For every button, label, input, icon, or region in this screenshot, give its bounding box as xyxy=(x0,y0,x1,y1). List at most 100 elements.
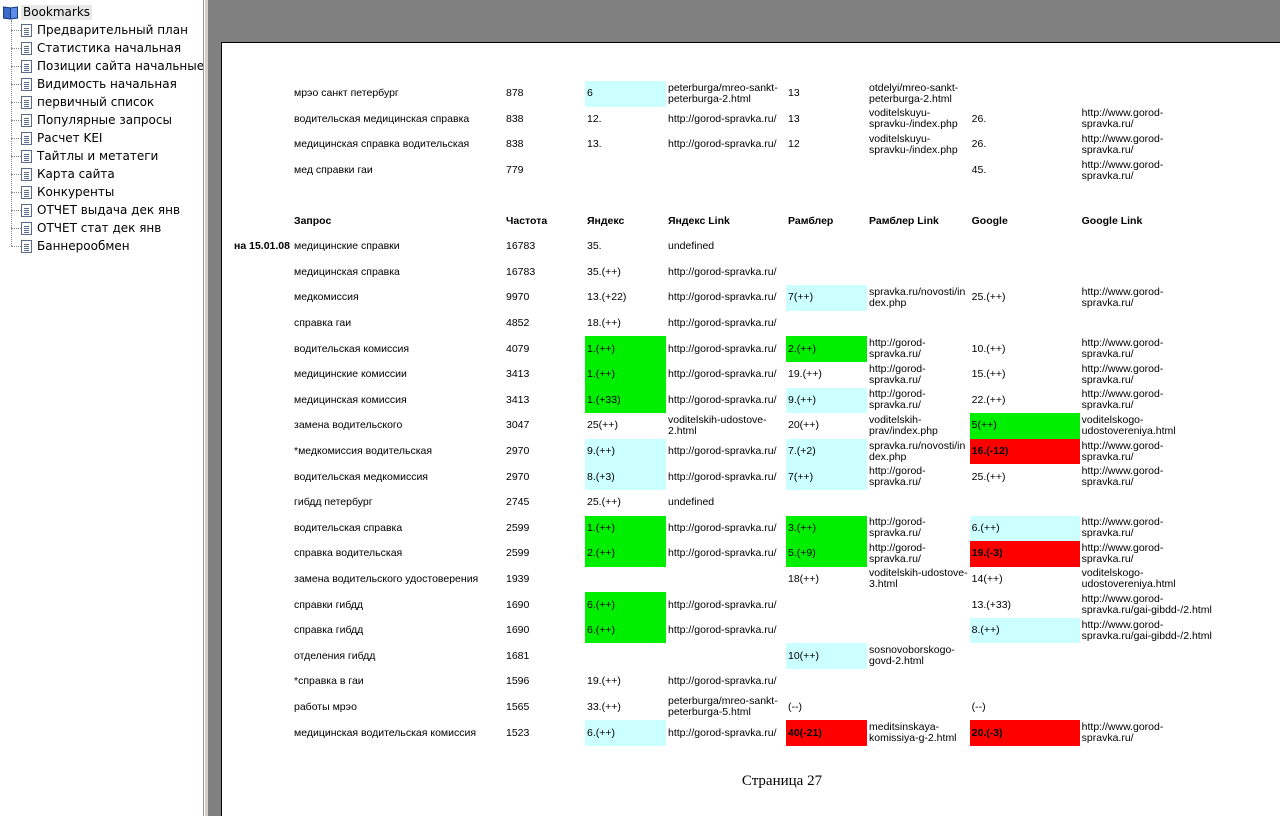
cell-yandex: 6 xyxy=(585,81,666,107)
tree-connector xyxy=(11,101,21,103)
cell-yandex: 35. xyxy=(587,240,602,253)
cell-rambler: 13 xyxy=(788,87,800,100)
cell-query: медицинская справка водительская xyxy=(294,138,470,151)
cell-rambler: 10(++) xyxy=(786,643,867,670)
bookmark-item[interactable]: Популярные запросы xyxy=(11,111,172,129)
cell-rlink xyxy=(867,618,970,644)
bookmark-item[interactable]: Баннерообмен xyxy=(11,237,130,255)
bookmark-item[interactable]: Конкуренты xyxy=(11,183,114,201)
row-date xyxy=(232,490,292,516)
cell-rlink: http://gorod-spravka.ru/ xyxy=(869,388,926,412)
bookmark-item[interactable]: ОТЧЕТ стат дек янв xyxy=(11,219,161,237)
tree-connector xyxy=(11,227,21,229)
tree-connector xyxy=(11,191,21,193)
cell-freq: 2599 xyxy=(506,547,530,560)
cell-rambler: 5.(+9) xyxy=(786,541,867,567)
page-number: Страница 27 xyxy=(741,773,823,789)
bookmark-item[interactable]: Статистика начальная xyxy=(11,39,181,57)
table-row: справка водительская 2599 2.(++) http://gor… xyxy=(232,541,1244,567)
bookmark-item[interactable]: Видимость начальная xyxy=(11,75,177,93)
cell-yandex: 19.(++) xyxy=(587,675,621,688)
bookmark-label: Конкуренты xyxy=(37,185,115,199)
cell-yandex: 12. xyxy=(587,112,602,125)
table-row: медицинские комиссии 3413 1.(++) http://gor… xyxy=(232,361,1244,388)
bookmark-label: Позиции сайта начальные xyxy=(37,59,204,73)
table-row: справки гибдд 1690 6.(++) http://gorod-spra… xyxy=(232,592,1244,618)
cell-freq: 779 xyxy=(506,164,524,177)
cell-rlink: spravka.ru/novosti/in dex.php xyxy=(869,285,966,309)
bookmark-item[interactable]: Тайтлы и метатеги xyxy=(11,147,158,165)
document-viewer[interactable]: мрэо санкт петербург 878 6 peterburga/mreo-… xyxy=(209,0,1280,816)
bookmark-label: Баннерообмен xyxy=(37,239,130,253)
cell-freq: 878 xyxy=(506,87,524,100)
row-date xyxy=(232,567,292,593)
cell-ylink: http://gorod-spravka.ru/ xyxy=(668,598,777,611)
cell-rambler xyxy=(786,158,867,184)
cell-spacer xyxy=(1240,336,1244,362)
page-icon xyxy=(21,167,32,181)
cell-google xyxy=(970,311,1080,337)
cell-rlink: voditelskih-prav/index.php xyxy=(869,413,938,437)
tree-connector xyxy=(11,137,21,139)
page-icon xyxy=(21,113,32,127)
cell-glink: http://www.gorod-spravka.ru/ xyxy=(1081,721,1164,745)
cell-yandex: 35.(++) xyxy=(587,265,621,278)
bookmark-item[interactable]: Предварительный план xyxy=(11,21,188,39)
bookmark-item[interactable]: Расчет KEI xyxy=(11,129,102,147)
cell-ylink: http://gorod-spravka.ru/ xyxy=(668,393,777,406)
bookmark-item[interactable]: первичный список xyxy=(11,93,154,111)
cell-rambler xyxy=(786,311,867,337)
cell-ylink: undefined xyxy=(668,496,715,509)
cell-query: медицинская комиссия xyxy=(294,393,407,406)
row-date xyxy=(232,388,292,414)
cell-glink xyxy=(1080,695,1240,721)
cell-ylink: http://gorod-spravka.ru/ xyxy=(668,368,777,381)
cell-glink: http://www.gorod-spravka.ru/ xyxy=(1081,465,1164,489)
cell-spacer xyxy=(1240,413,1244,439)
cell-spacer xyxy=(1240,669,1244,695)
row-date xyxy=(232,285,292,311)
cell-google: 14(++) xyxy=(971,572,1003,585)
cell-glink: voditelskogo-udostovereniya.html xyxy=(1081,567,1176,591)
cell-rlink: meditsinskaya-komissiya-g-2.html xyxy=(869,721,957,745)
row-date xyxy=(232,439,292,465)
cell-query: мрэо санкт петербург xyxy=(294,87,399,100)
table-row: замена водительского удостоверения 1939 18… xyxy=(232,567,1244,593)
cell-yandex: 33.(++) xyxy=(587,700,621,713)
cell-glink: http://www.gorod-spravka.ru/gai-gibdd-/2… xyxy=(1081,618,1212,642)
page-icon xyxy=(21,131,32,145)
bookmarks-root[interactable]: Bookmarks xyxy=(3,4,93,20)
bookmark-item[interactable]: ОТЧЕТ выдача дек янв xyxy=(11,201,180,219)
bookmark-item[interactable]: Позиции сайта начальные xyxy=(11,57,204,75)
table-row: справка гаи 4852 18.(++) http://gorod-sprav… xyxy=(232,311,1244,337)
tree-connector xyxy=(11,173,21,175)
row-date xyxy=(232,720,292,746)
cell-yandex: 1.(++) xyxy=(585,515,666,542)
column-header: Яндекс Link xyxy=(668,214,730,227)
document-page: мрэо санкт петербург 878 6 peterburga/mreo-… xyxy=(221,42,1280,816)
cell-yandex: 25.(++) xyxy=(587,496,621,509)
cell-rlink: voditelskih-udostove- 3.html xyxy=(869,567,968,591)
cell-freq: 1690 xyxy=(506,624,530,637)
cell-yandex: 13. xyxy=(587,138,602,151)
cell-query: отделения гибдд xyxy=(294,649,376,662)
cell-rlink: spravka.ru/novosti/in dex.php xyxy=(869,439,966,463)
cell-glink: http://www.gorod-spravka.ru/ xyxy=(1081,107,1164,131)
bookmark-item[interactable]: Карта сайта xyxy=(11,165,115,183)
column-header: Рамблер xyxy=(788,214,834,227)
tree-connector xyxy=(11,83,21,85)
cell-glink xyxy=(1080,669,1240,695)
row-date xyxy=(232,81,292,107)
cell-freq: 4079 xyxy=(506,342,530,355)
cell-rambler: 3.(++) xyxy=(786,515,867,542)
cell-ylink: http://gorod-spravka.ru/ xyxy=(668,547,777,560)
cell-rlink xyxy=(867,311,970,337)
column-header: Google Link xyxy=(1081,214,1143,227)
cell-google: 26. xyxy=(971,112,987,125)
cell-google xyxy=(970,643,1080,669)
page-icon xyxy=(21,95,32,109)
cell-rambler xyxy=(786,234,867,260)
cell-spacer xyxy=(1240,132,1244,158)
row-date xyxy=(232,336,292,362)
cell-query: водительская медицинская справка xyxy=(294,112,470,125)
